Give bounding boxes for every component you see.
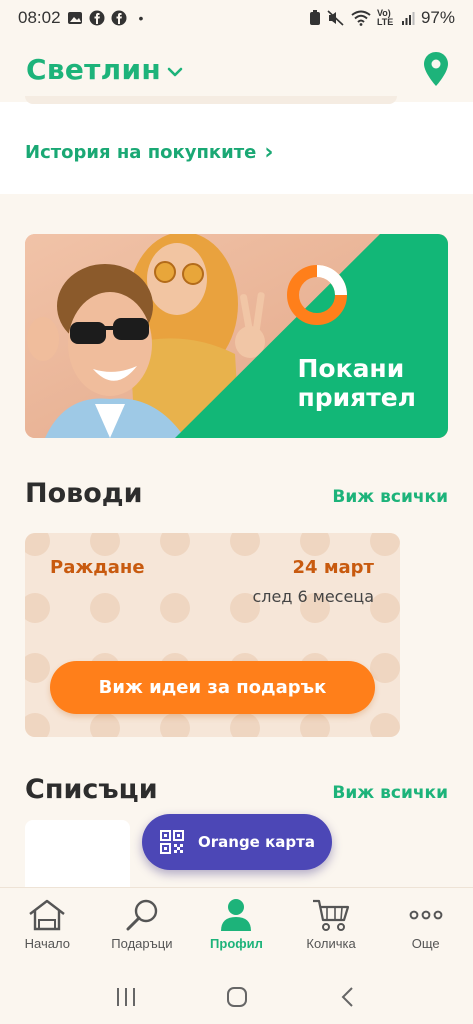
facebook-icon [111,10,127,26]
gift-ideas-button[interactable]: Виж идеи за подарък [50,661,375,714]
nav-gifts-label: Подаръци [111,936,173,951]
nav-profile-label: Профил [210,936,263,951]
nav-cart[interactable]: Количка [284,888,379,969]
occasions-title: Поводи [25,478,143,509]
card-edge [25,96,397,104]
notification-dot: • [138,10,144,26]
system-navigation-bar [0,969,473,1024]
lists-see-all-link[interactable]: Виж всички [332,783,448,803]
occasion-relative-time: след 6 месеца [252,587,374,606]
occasion-card[interactable]: Раждане 24 март след 6 месеца Виж идеи з… [25,533,400,737]
invite-title-line1: Покани [297,354,405,383]
nav-cart-label: Количка [306,936,356,951]
history-card: История на покупките › [0,96,473,194]
orange-card-button[interactable]: Orange карта [142,814,332,870]
occasion-name: Раждане [50,557,145,578]
gallery-icon [67,12,82,24]
nav-gifts[interactable]: Подаръци [95,888,190,969]
orange-card-label: Orange карта [198,833,315,851]
nav-more[interactable]: Още [378,888,473,969]
occasions-header: Поводи Виж всички [25,478,448,509]
wifi-icon [351,10,371,26]
purchase-history-link[interactable]: История на покупките › [25,139,274,165]
chevron-right-icon: › [264,139,274,165]
invite-friend-banner[interactable]: Покани приятел [25,234,448,438]
search-icon [126,899,158,931]
profile-icon [221,899,252,931]
city-selector-label[interactable]: Светлин [26,53,161,86]
location-pin-icon[interactable] [423,51,449,87]
home-icon [29,899,66,931]
occasions-see-all-link[interactable]: Виж всички [332,487,448,507]
mute-icon [327,10,344,26]
chevron-down-icon[interactable] [167,66,183,78]
status-bar: 08:02 • Vo) LTE 97% [0,0,473,36]
nav-more-label: Още [411,936,440,951]
bottom-navigation: Начало Подаръци Профил Количка Още [0,887,473,969]
more-icon [409,910,443,920]
app-header: Светлин [0,36,473,102]
invite-title-line2: приятел [297,383,417,412]
recent-apps-icon[interactable] [114,986,138,1008]
nav-home[interactable]: Начало [0,888,95,969]
back-icon[interactable] [336,986,360,1008]
home-button-icon[interactable] [225,986,249,1008]
cart-icon [313,899,350,931]
status-time: 08:02 [18,8,61,27]
battery-saver-icon [309,10,320,25]
qr-code-icon [160,830,184,854]
battery-percent: 97% [420,8,455,27]
signal-icon [401,12,415,25]
nav-profile[interactable]: Профил [189,888,284,969]
list-card[interactable] [25,820,130,890]
lists-title: Списъци [25,774,158,805]
nav-home-label: Начало [24,936,70,951]
lte-label: Vo) LTE [376,8,394,27]
purchase-history-label: История на покупките [25,142,257,163]
facebook-icon [89,10,105,26]
lists-header: Списъци Виж всички [25,774,448,805]
occasion-date: 24 март [292,557,375,578]
invite-friend-title: Покани приятел [298,354,417,412]
